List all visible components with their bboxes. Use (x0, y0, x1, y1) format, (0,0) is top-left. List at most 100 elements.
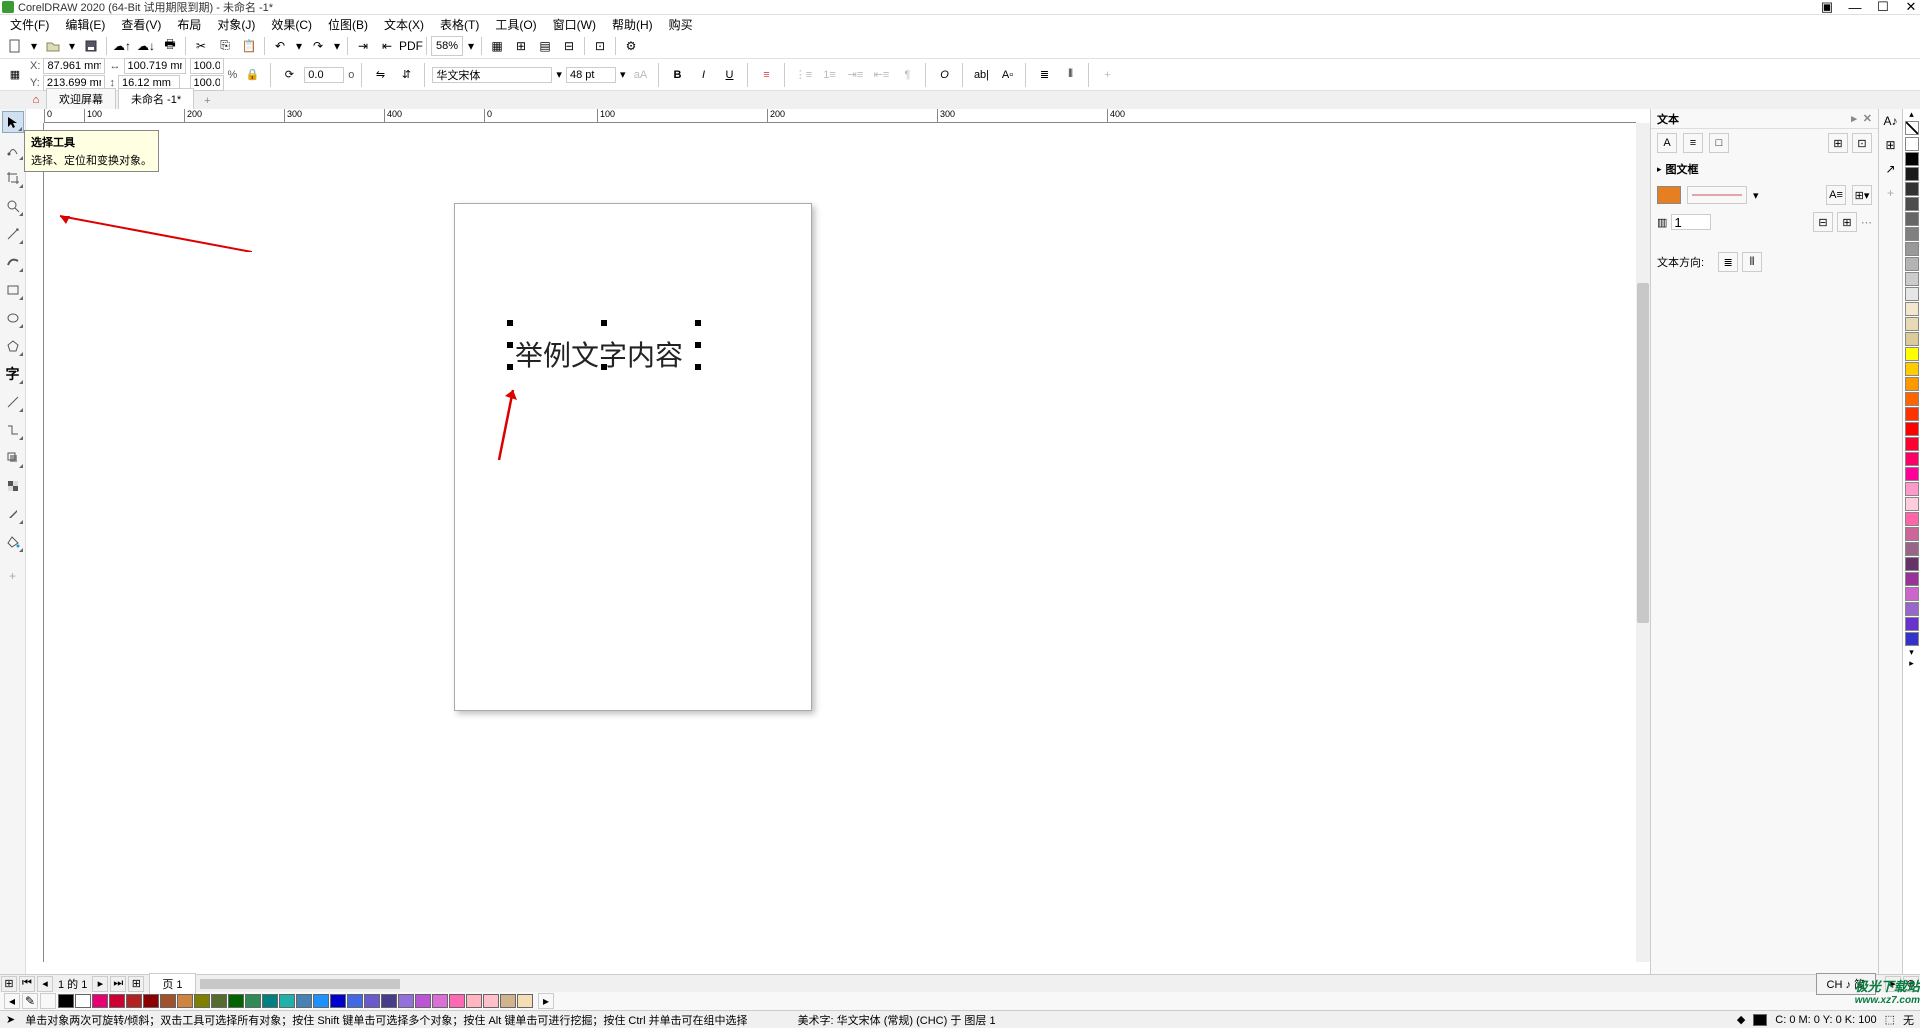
bottom-color-swatch[interactable] (211, 994, 227, 1008)
text-dir-vert-button[interactable]: ⦀ (1742, 252, 1762, 272)
palette-up-icon[interactable]: ▴ (1909, 109, 1914, 120)
bottom-color-swatch[interactable] (279, 994, 295, 1008)
cloud-down-button[interactable]: ☁↓ (135, 35, 157, 57)
page-add-after-button[interactable]: ⊞ (128, 976, 144, 992)
columns-input[interactable] (1671, 214, 1711, 230)
palette-swatch[interactable] (1905, 527, 1919, 541)
palette-swatch[interactable] (1905, 257, 1919, 271)
artistic-media-tool[interactable] (2, 251, 24, 273)
parallel-dimension-tool[interactable] (2, 391, 24, 413)
open-button[interactable] (42, 35, 64, 57)
menu-tools[interactable]: 工具(O) (489, 16, 542, 33)
bottom-color-swatch[interactable] (483, 994, 499, 1008)
paragraph-tab-icon[interactable]: ≡ (1683, 133, 1703, 153)
page-first-button[interactable]: ⏮ (19, 976, 35, 992)
menu-bitmap[interactable]: 位图(B) (322, 16, 374, 33)
bottom-color-swatch[interactable] (92, 994, 108, 1008)
home-tab-icon[interactable]: ⌂ (26, 91, 46, 109)
object-origin-icon[interactable]: ▦ (4, 64, 26, 86)
bottom-color-swatch[interactable] (466, 994, 482, 1008)
transparency-tool[interactable] (2, 475, 24, 497)
bottom-color-swatch[interactable] (313, 994, 329, 1008)
bottom-color-swatch[interactable] (177, 994, 193, 1008)
bottom-color-swatch[interactable] (517, 994, 533, 1008)
fontsize-dropdown[interactable]: ▾ (620, 68, 626, 81)
rotation-input[interactable] (304, 67, 344, 83)
bcolor-pen-icon[interactable]: ✎ (22, 993, 38, 1009)
bottom-color-swatch[interactable] (109, 994, 125, 1008)
bottom-color-swatch[interactable] (347, 994, 363, 1008)
bottom-color-swatch[interactable] (245, 994, 261, 1008)
connector-tool[interactable] (2, 419, 24, 441)
palette-swatch[interactable] (1905, 572, 1919, 586)
fullscreen-button[interactable]: ▦ (486, 35, 508, 57)
redo-button[interactable]: ↷ (307, 35, 329, 57)
bottom-color-swatch[interactable] (330, 994, 346, 1008)
palette-swatch[interactable] (1905, 332, 1919, 346)
palette-down-icon[interactable]: ▾ (1909, 647, 1914, 658)
palette-swatch[interactable] (1905, 617, 1919, 631)
width-input[interactable] (124, 58, 186, 74)
bottom-color-swatch[interactable] (194, 994, 210, 1008)
docker-collapse-icon[interactable]: ▸ (1851, 112, 1857, 125)
indent-inc-button[interactable]: ⇥≡ (844, 64, 866, 86)
document-tab[interactable]: 未命名 -1* (118, 88, 194, 109)
palette-swatch[interactable] (1905, 167, 1919, 181)
print-button[interactable]: 🖶 (159, 35, 181, 57)
minimize-button[interactable]: — (1848, 0, 1862, 14)
rectangle-tool[interactable] (2, 279, 24, 301)
text-horiz-button[interactable]: ≣ (1033, 64, 1055, 86)
docker-settings-icon[interactable]: ⊡ (1852, 133, 1872, 153)
palette-swatch[interactable] (1905, 272, 1919, 286)
variable-font-button[interactable]: O (933, 64, 955, 86)
align-left-button[interactable]: ≡ (755, 64, 777, 86)
outline-dropdown[interactable]: ▾ (1753, 189, 1759, 202)
redo-dropdown[interactable]: ▾ (331, 39, 343, 53)
menu-view[interactable]: 查看(V) (115, 16, 167, 33)
save-button[interactable] (80, 35, 102, 57)
fill-indicator-icon[interactable]: ◆ (1737, 1013, 1745, 1026)
palette-swatch[interactable] (1905, 287, 1919, 301)
palette-swatch[interactable] (1905, 422, 1919, 436)
palette-swatch[interactable] (1905, 482, 1919, 496)
show-grid-button[interactable]: ▤ (534, 35, 556, 57)
menu-effects[interactable]: 效果(C) (265, 16, 318, 33)
bottom-color-swatch[interactable] (58, 994, 74, 1008)
palette-swatch[interactable] (1905, 362, 1919, 376)
bottom-color-swatch[interactable] (126, 994, 142, 1008)
text-vert-button[interactable]: ⦀ (1059, 64, 1081, 86)
bcolor-none[interactable] (40, 993, 56, 1009)
palette-swatch[interactable] (1905, 437, 1919, 451)
fill-tool[interactable] (2, 531, 24, 553)
palette-swatch[interactable] (1905, 242, 1919, 256)
page-tab-1[interactable]: 页 1 (149, 973, 195, 995)
character-tab-icon[interactable]: A (1657, 133, 1677, 153)
copy-button[interactable]: ⎘ (214, 35, 236, 57)
scale-y-input[interactable] (190, 75, 224, 91)
palette-swatch[interactable] (1905, 302, 1919, 316)
rstrip-add-icon[interactable]: + (1881, 183, 1901, 203)
no-color-swatch[interactable] (1905, 121, 1919, 135)
menu-edit[interactable]: 编辑(E) (59, 16, 111, 33)
bottom-color-swatch[interactable] (160, 994, 176, 1008)
palette-swatch[interactable] (1905, 227, 1919, 241)
drop-shadow-tool[interactable] (2, 447, 24, 469)
palette-swatch[interactable] (1905, 137, 1919, 151)
palette-swatch[interactable] (1905, 497, 1919, 511)
export-button[interactable]: ⇤ (376, 35, 398, 57)
menu-object[interactable]: 对象(J) (211, 16, 261, 33)
docker-close-icon[interactable]: ✕ (1863, 112, 1872, 125)
show-guides-button[interactable]: ⊟ (558, 35, 580, 57)
menu-file[interactable]: 文件(F) (4, 16, 55, 33)
add-tab-button[interactable]: + (196, 93, 218, 109)
palette-swatch[interactable] (1905, 182, 1919, 196)
scale-x-input[interactable] (190, 58, 224, 74)
palette-flyout-icon[interactable]: ▸ (1909, 658, 1914, 669)
bold-button[interactable]: B (666, 64, 688, 86)
bcolor-right-icon[interactable]: ▸ (538, 993, 554, 1009)
text-frame-button[interactable]: A▫ (996, 64, 1018, 86)
toolbox-add-button[interactable]: + (2, 565, 24, 587)
palette-swatch[interactable] (1905, 347, 1919, 361)
text-dir-horiz-button[interactable]: ≣ (1718, 252, 1738, 272)
list-number-button[interactable]: 1≡ (818, 64, 840, 86)
